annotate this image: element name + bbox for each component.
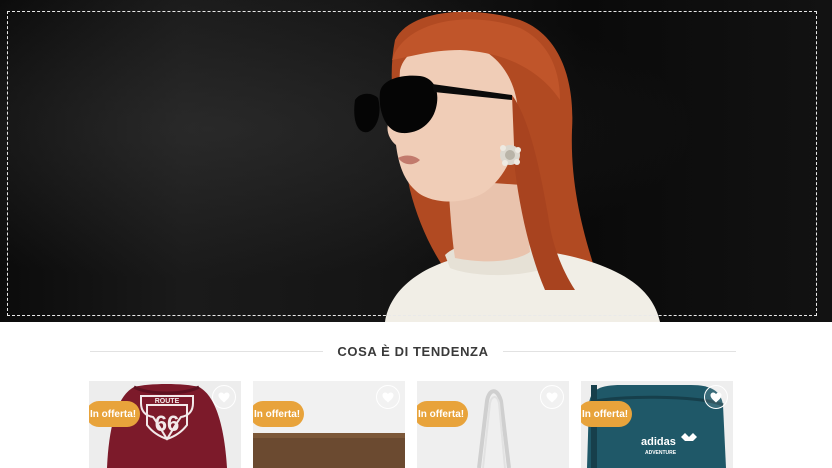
product-card[interactable]: adidas ADVENTURE In offerta! <box>581 381 733 468</box>
hero-dashed-frame <box>7 11 817 316</box>
route-logo-top: ROUTE <box>155 398 180 405</box>
heart-icon[interactable] <box>540 385 564 409</box>
sale-badge: In offerta! <box>253 401 305 427</box>
sale-badge: In offerta! <box>581 401 633 427</box>
title-divider-left <box>90 350 324 352</box>
adidas-logo-text: adidas <box>641 436 676 448</box>
heart-icon[interactable] <box>212 385 236 409</box>
product-card[interactable]: ROUTE 66 In offerta! <box>89 381 241 468</box>
product-card[interactable]: In offerta! <box>417 381 569 468</box>
route-logo-number: 66 <box>155 411 179 436</box>
trending-section-header: COSA È DI TENDENZA <box>90 340 737 362</box>
adidas-logo-subtext: ADVENTURE <box>645 450 677 456</box>
sale-badge: In offerta! <box>417 401 469 427</box>
heart-icon[interactable] <box>704 385 728 409</box>
product-card[interactable]: In offerta! <box>253 381 405 468</box>
title-divider-right <box>502 350 737 352</box>
sale-badge: In offerta! <box>89 401 141 427</box>
hero-banner[interactable] <box>0 0 832 322</box>
heart-icon[interactable] <box>376 385 400 409</box>
trending-title: COSA È DI TENDENZA <box>337 343 489 359</box>
